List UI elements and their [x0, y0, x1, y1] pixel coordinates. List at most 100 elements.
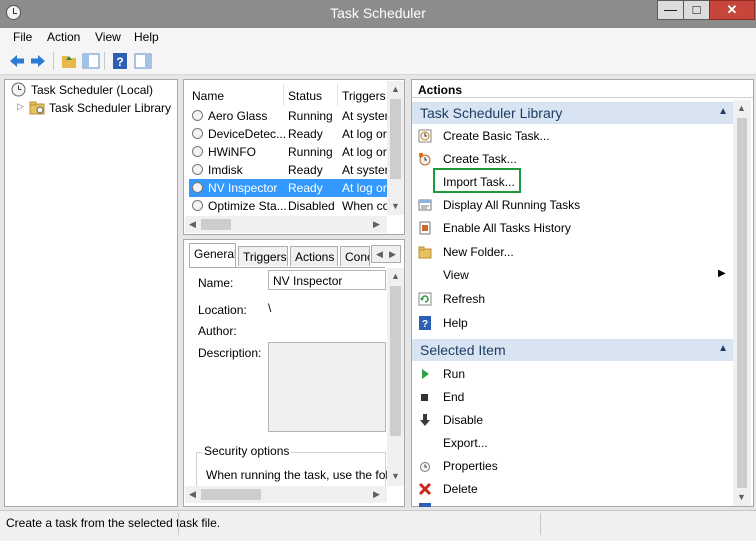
scroll-down-icon[interactable]: ▼ — [391, 471, 400, 481]
forward-arrow-icon[interactable] — [29, 52, 47, 70]
tab-triggers[interactable]: Triggers — [238, 246, 288, 266]
menu-help[interactable]: Help — [134, 30, 159, 44]
action-label: Enable All Tasks History — [443, 221, 571, 235]
description-field[interactable] — [268, 342, 386, 432]
maximize-button[interactable]: □ — [683, 0, 710, 20]
vertical-scrollbar[interactable]: ▲ ▼ — [387, 81, 404, 215]
action-help[interactable]: ? Help — [412, 312, 732, 334]
tree-item-library[interactable]: ▷ Task Scheduler Library — [9, 99, 173, 117]
action-label: Run — [443, 367, 466, 381]
column-header-status[interactable]: Status — [288, 89, 322, 103]
show-hide-action-pane-icon[interactable] — [134, 52, 152, 70]
import-task-highlight — [433, 168, 521, 193]
action-run[interactable]: Run — [412, 363, 732, 385]
action-new-folder[interactable]: New Folder... — [412, 241, 732, 263]
scroll-up-icon[interactable]: ▲ — [737, 103, 746, 113]
menu-file[interactable]: File — [13, 30, 32, 44]
location-value: \ — [268, 301, 272, 315]
action-refresh[interactable]: Refresh — [412, 288, 732, 310]
table-row-selected[interactable]: NV Inspector Ready At log or — [189, 179, 401, 197]
help-icon[interactable]: ? — [111, 52, 129, 70]
tree-item-root[interactable]: Task Scheduler (Local) — [9, 81, 173, 99]
action-label: Properties — [443, 459, 498, 473]
tab-conditions[interactable]: Conc — [340, 246, 370, 266]
name-field[interactable]: NV Inspector — [268, 270, 386, 290]
description-label: Description: — [198, 346, 262, 360]
scrollbar-thumb[interactable] — [390, 286, 401, 436]
action-label: Export... — [443, 436, 488, 450]
task-status: Running — [288, 109, 333, 123]
scroll-down-icon[interactable]: ▼ — [737, 492, 746, 502]
scroll-right-icon[interactable]: ▶ — [373, 489, 380, 500]
action-view[interactable]: View ▶ — [412, 264, 732, 286]
scrollbar-thumb[interactable] — [201, 489, 261, 500]
column-header-triggers[interactable]: Triggers — [342, 89, 386, 103]
scroll-left-icon[interactable]: ◀ — [376, 249, 383, 260]
menu-action[interactable]: Action — [47, 30, 80, 44]
scroll-down-icon[interactable]: ▼ — [391, 201, 400, 211]
show-hide-console-tree-icon[interactable] — [82, 52, 100, 70]
action-delete[interactable]: Delete — [412, 478, 732, 500]
running-tasks-icon — [418, 199, 432, 211]
action-enable-tasks-history[interactable]: Enable All Tasks History — [412, 217, 732, 239]
title-bar: Task Scheduler — □ ✕ — [0, 0, 756, 28]
task-triggers: When co — [342, 199, 387, 213]
table-row[interactable]: Imdisk Ready At systen — [189, 161, 401, 179]
scroll-left-icon[interactable]: ◀ — [189, 219, 196, 230]
action-export[interactable]: Export... — [412, 432, 732, 454]
properties-clock-icon — [420, 462, 430, 472]
up-folder-icon[interactable] — [60, 52, 78, 70]
actions-vertical-scrollbar[interactable]: ▲ ▼ — [733, 100, 751, 506]
column-header-name[interactable]: Name — [192, 89, 224, 103]
minimize-button[interactable]: — — [657, 0, 684, 20]
tab-scroller[interactable]: ◀ ▶ — [371, 245, 401, 263]
section-task-scheduler-library[interactable]: Task Scheduler Library ▲ — [412, 102, 746, 124]
back-arrow-icon[interactable] — [8, 52, 26, 70]
scroll-left-icon[interactable]: ◀ — [189, 489, 196, 500]
horizontal-scrollbar[interactable]: ◀ ▶ — [185, 486, 387, 503]
table-row[interactable]: HWiNFO Running At log or — [189, 143, 401, 161]
horizontal-scrollbar[interactable]: ◀ ▶ — [185, 216, 387, 233]
table-row[interactable]: DeviceDetec... Ready At log or — [189, 125, 401, 143]
expand-caret-icon[interactable]: ▷ — [17, 101, 24, 112]
action-display-running-tasks[interactable]: Display All Running Tasks — [412, 194, 732, 216]
tab-general[interactable]: General — [189, 243, 236, 267]
close-button[interactable]: ✕ — [709, 0, 755, 20]
author-label: Author: — [198, 324, 237, 338]
tab-actions[interactable]: Actions — [290, 246, 338, 266]
menu-bar: File Action View Help — [0, 28, 756, 48]
disable-arrow-icon — [420, 414, 430, 426]
action-label: Create Task... — [443, 152, 517, 166]
collapse-caret-icon[interactable]: ▲ — [718, 343, 728, 354]
table-row[interactable]: Optimize Sta... Disabled When co — [189, 197, 401, 215]
vertical-scrollbar[interactable]: ▲ ▼ — [387, 268, 404, 486]
scrollbar-thumb[interactable] — [390, 99, 401, 179]
run-icon — [422, 369, 429, 379]
action-create-basic-task[interactable]: Create Basic Task... — [412, 125, 732, 147]
scroll-right-icon[interactable]: ▶ — [373, 219, 380, 230]
scroll-up-icon[interactable]: ▲ — [391, 84, 400, 94]
table-row[interactable]: Aero Glass Running At systen — [189, 107, 401, 125]
action-create-task[interactable]: Create Task... — [412, 148, 732, 170]
scroll-up-icon[interactable]: ▲ — [391, 271, 400, 281]
tab-divider — [189, 267, 385, 268]
action-label: New Folder... — [443, 245, 514, 259]
task-name: Imdisk — [208, 163, 243, 177]
tree-library-label: Task Scheduler Library — [49, 101, 172, 115]
task-triggers: At systen — [342, 163, 387, 177]
task-triggers: At log or — [342, 181, 387, 195]
action-properties[interactable]: Properties — [412, 455, 732, 477]
scroll-right-icon[interactable]: ▶ — [389, 249, 396, 260]
scrollbar-thumb[interactable] — [201, 219, 231, 230]
new-folder-icon — [418, 246, 432, 259]
scrollbar-thumb[interactable] — [737, 118, 747, 488]
status-bar: Create a task from the selected task fil… — [0, 510, 756, 541]
close-icon: ✕ — [726, 2, 738, 17]
action-label: End — [443, 390, 465, 404]
collapse-caret-icon[interactable]: ▲ — [718, 106, 728, 117]
menu-view[interactable]: View — [95, 30, 121, 44]
action-label: View — [443, 268, 469, 282]
action-disable[interactable]: Disable — [412, 409, 732, 431]
action-end[interactable]: End — [412, 386, 732, 408]
section-selected-item[interactable]: Selected Item ▲ — [412, 339, 746, 361]
